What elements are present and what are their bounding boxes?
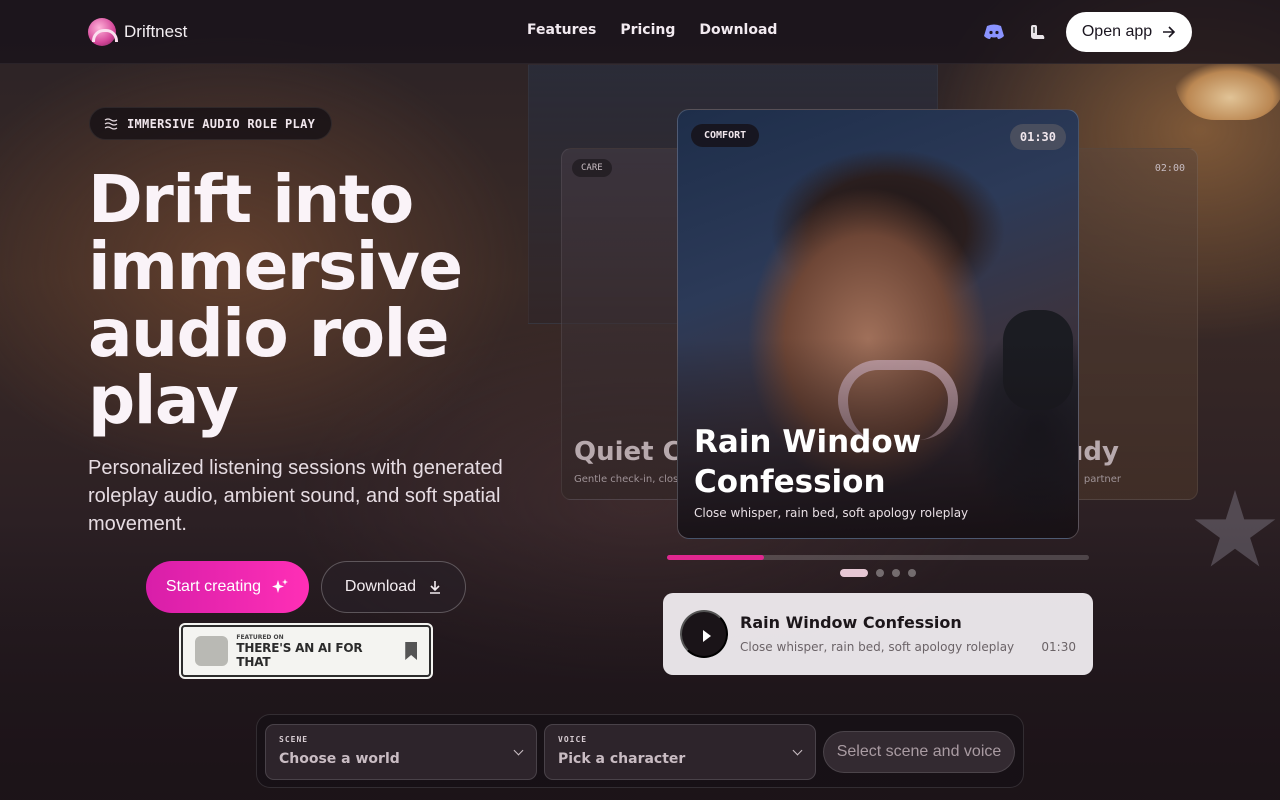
card-tag: CARE xyxy=(572,159,612,177)
badge-small-text: FEATURED ON xyxy=(236,633,284,641)
carousel-card-active[interactable]: COMFORT 01:30 Rain Window Confession Clo… xyxy=(677,109,1079,539)
badge-text: FEATURED ON THERE'S AN AI FOR THAT xyxy=(236,634,397,669)
open-app-button[interactable]: Open app xyxy=(1066,12,1192,52)
hero-headline: Drift into immersive audio role play xyxy=(88,161,463,439)
voice-value: Pick a character xyxy=(558,751,686,767)
microphone-illustration xyxy=(1003,310,1073,410)
card-subtitle: Close whisper, rain bed, soft apology ro… xyxy=(694,506,969,520)
nav-link-pricing[interactable]: Pricing xyxy=(620,22,675,38)
arrow-right-icon xyxy=(1163,26,1176,38)
scene-select[interactable]: SCENE Choose a world xyxy=(265,724,537,780)
featured-badge[interactable]: FEATURED ON THERE'S AN AI FOR THAT xyxy=(179,623,433,679)
player-title: Rain Window Confession xyxy=(740,613,962,632)
scene-label: SCENE xyxy=(279,735,309,744)
carousel-progress-fill xyxy=(667,555,765,560)
download-label: Download xyxy=(344,578,417,595)
generate-button[interactable]: Select scene and voice xyxy=(823,731,1015,773)
download-icon xyxy=(430,581,441,594)
brand-link[interactable]: Driftnest xyxy=(88,18,187,46)
hero-pill: IMMERSIVE AUDIO ROLE PLAY xyxy=(89,107,333,140)
card-duration: 01:30 xyxy=(1009,124,1066,150)
start-creating-label: Start creating xyxy=(165,578,262,595)
chevron-down-icon xyxy=(513,745,524,756)
download-button[interactable]: Download xyxy=(321,561,466,613)
player-subtitle: Close whisper, rain bed, soft apology ro… xyxy=(740,640,1015,654)
nav-link-features[interactable]: Features xyxy=(527,22,596,38)
brand-name: Driftnest xyxy=(124,22,188,41)
carousel-dot[interactable] xyxy=(840,569,868,577)
play-button[interactable] xyxy=(680,610,728,658)
carousel-dot[interactable] xyxy=(908,569,916,577)
taaft-icon[interactable] xyxy=(1027,21,1049,43)
voice-label: VOICE xyxy=(558,735,588,744)
background-lamp xyxy=(1175,64,1280,120)
discord-icon[interactable] xyxy=(983,21,1005,43)
hero-pill-text: IMMERSIVE AUDIO ROLE PLAY xyxy=(127,116,316,131)
nav-links: Features Pricing Download xyxy=(527,22,777,38)
open-app-label: Open app xyxy=(1081,23,1153,40)
start-creating-button[interactable]: Start creating xyxy=(146,561,309,613)
session-picker: SCENE Choose a world VOICE Pick a charac… xyxy=(256,714,1024,788)
hero-subtitle: Personalized listening sessions with gen… xyxy=(88,457,503,535)
waves-icon xyxy=(104,117,118,130)
chevron-down-icon xyxy=(792,745,803,756)
carousel-progress xyxy=(667,555,1089,560)
card-title: Rain Window Confession xyxy=(694,424,922,500)
card-duration: 02:00 xyxy=(1154,163,1185,174)
audio-player: Rain Window Confession Close whisper, ra… xyxy=(663,593,1093,675)
nav-link-download[interactable]: Download xyxy=(699,22,777,38)
bookmark-icon xyxy=(405,642,417,660)
card-subtitle: Gentle check-in, clos xyxy=(574,474,679,485)
carousel-dot[interactable] xyxy=(876,569,884,577)
player-duration: 01:30 xyxy=(1041,640,1076,654)
card-subtitle: partner xyxy=(1083,474,1121,485)
card-tag: COMFORT xyxy=(691,124,760,147)
top-nav: Driftnest Features Pricing Download Open… xyxy=(0,0,1280,64)
brand-logo-icon xyxy=(88,18,118,46)
taaft-mascot-icon xyxy=(195,636,229,666)
sparkles-icon xyxy=(272,579,289,593)
badge-main-text: THERE'S AN AI FOR THAT xyxy=(236,640,363,669)
scene-value: Choose a world xyxy=(279,751,400,767)
voice-select[interactable]: VOICE Pick a character xyxy=(544,724,816,780)
carousel-dots xyxy=(840,569,916,577)
carousel-dot[interactable] xyxy=(892,569,900,577)
